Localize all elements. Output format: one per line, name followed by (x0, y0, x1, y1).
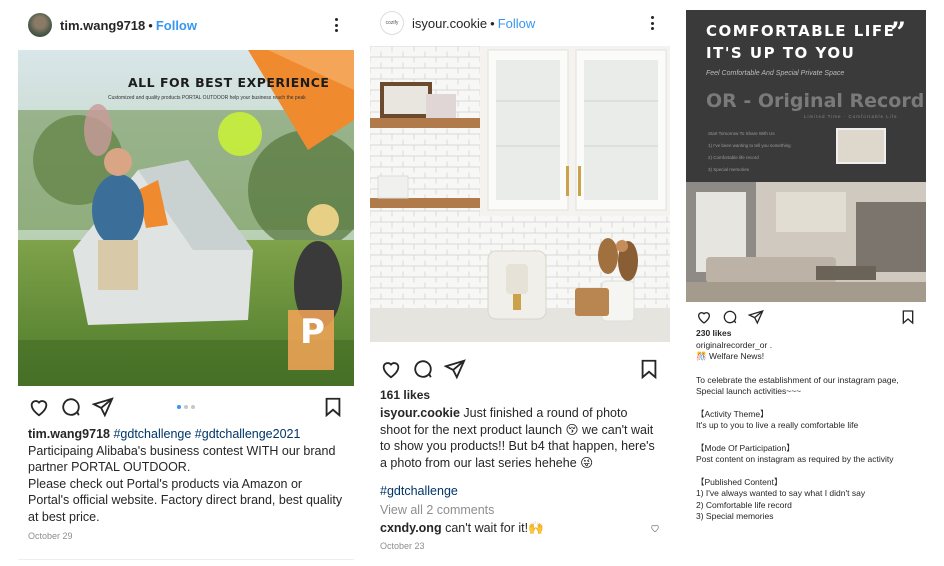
caption-username[interactable]: isyour.cookie (380, 406, 460, 420)
more-icon[interactable] (644, 15, 660, 31)
more-icon[interactable] (328, 17, 344, 33)
content-item-1: 1) I've always wanted to say what I didn… (696, 488, 866, 498)
comment-username[interactable]: cxndy.ong (380, 520, 442, 537)
caption-hashtags[interactable]: #gdtchallenge #gdtchallenge2021 (113, 427, 300, 441)
comment-text: can't wait for it!🙌 (445, 521, 544, 535)
avatar[interactable] (28, 13, 52, 37)
follow-button[interactable]: Follow (498, 16, 536, 31)
share-icon[interactable] (92, 396, 114, 418)
poster-inset-photo (836, 128, 886, 164)
separator-dot: • (148, 17, 153, 33)
heart-icon[interactable] (28, 396, 50, 418)
like-count[interactable]: 230 likes (696, 328, 916, 340)
bookmark-icon[interactable] (900, 309, 916, 325)
intro-text: To celebrate the establishment of our in… (696, 374, 899, 397)
share-icon[interactable] (748, 309, 764, 325)
welfare-line: 🎊 Welfare News! (696, 351, 765, 361)
view-comments-link[interactable]: View all 2 comments (370, 502, 670, 519)
post-isyour-cookie: cozify isyour.cookie • Follow 161 likes … (370, 0, 670, 560)
activity-theme-text: It's up to you to live a really comforta… (696, 420, 859, 430)
poster-list-3: 3) Special memories (708, 167, 750, 172)
comment-icon[interactable] (722, 309, 738, 325)
activity-theme-heading: 【Activity Theme】 (696, 408, 769, 419)
heart-icon[interactable] (696, 309, 712, 325)
participation-heading: 【Mode Of Participation】 (696, 442, 795, 453)
post-date: October 23 (380, 540, 425, 551)
avatar[interactable]: cozify (380, 11, 404, 35)
caption-hashtag[interactable]: #gdtchallenge (370, 483, 670, 500)
separator-dot: • (490, 15, 495, 31)
poster-line-2: IT'S UP TO YOU (706, 44, 856, 62)
kitchen-photo (370, 46, 670, 342)
action-bar (370, 352, 670, 386)
post-header: cozify isyour.cookie • Follow (370, 0, 670, 46)
content-item-3: 3) Special memories (696, 511, 774, 521)
poster-tagline: Feel Comfortable And Special Private Spa… (706, 70, 845, 77)
action-bar (18, 390, 354, 424)
comment-icon[interactable] (60, 396, 82, 418)
caption: tim.wang9718 #gdtchallenge #gdtchallenge… (18, 426, 354, 525)
share-icon[interactable] (444, 358, 466, 380)
post-image[interactable] (370, 46, 670, 342)
username[interactable]: tim.wang9718 (60, 18, 145, 33)
username[interactable]: originalrecorder_or . (696, 340, 916, 352)
banner-subtitle: Customized and quality products PORTAL O… (108, 95, 306, 101)
content-heading: 【Published Content】 (696, 476, 783, 487)
poster-small: Limited Time · Comfortable Life (804, 114, 898, 119)
poster-list-0: Start Tomorrow To Share With Us (708, 131, 775, 136)
bookmark-icon[interactable] (322, 396, 344, 418)
action-bar (686, 306, 926, 328)
post-header: tim.wang9718 • Follow (18, 0, 354, 50)
bookmark-icon[interactable] (638, 358, 660, 380)
carousel-indicator (177, 405, 195, 409)
poster-list-2: 2) Comfortable life record (708, 155, 759, 160)
comment-heart-icon[interactable] (650, 523, 660, 533)
poster-list: Start Tomorrow To Share With Us 1) I've … (708, 128, 791, 176)
follow-button[interactable]: Follow (156, 18, 197, 33)
caption-text-1: Participaing Alibaba's business contest … (28, 443, 336, 475)
banner-title: ALL FOR BEST EXPERIENCE (128, 75, 330, 90)
post-original-recorder: COMFORTABLE LIFE ” IT'S UP TO YOU Feel C… (686, 0, 926, 560)
brand-logo: P (300, 312, 325, 352)
avatar-text: cozify (385, 20, 399, 26)
poster-quote-mark: ” (890, 16, 907, 49)
comment-icon[interactable] (412, 358, 434, 380)
username[interactable]: isyour.cookie (412, 16, 487, 31)
post-tim-wang: tim.wang9718 • Follow ALL FOR BEST EXPER… (18, 0, 354, 560)
living-room-photo (686, 182, 926, 302)
caption-text-2: Please check out Portal's products via A… (28, 476, 343, 524)
post-image[interactable]: ALL FOR BEST EXPERIENCE Customized and q… (18, 50, 354, 386)
heart-icon[interactable] (380, 358, 402, 380)
comment: cxndy.ong can't wait for it!🙌 (370, 520, 670, 537)
poster-line-1: COMFORTABLE LIFE (706, 22, 896, 40)
post3-text: 230 likes originalrecorder_or . 🎊 Welfar… (686, 328, 926, 523)
caption-username[interactable]: tim.wang9718 (28, 427, 110, 441)
content-item-2: 2) Comfortable life record (696, 499, 792, 510)
participation-text: Post content on instagram as required by… (696, 454, 894, 464)
post-date: October 29 (28, 531, 73, 541)
caption: isyour.cookie Just finished a round of p… (370, 405, 670, 471)
poster-list-1: 1) I've been wanting to tell you somethi… (708, 143, 791, 148)
post-image[interactable]: COMFORTABLE LIFE ” IT'S UP TO YOU Feel C… (686, 10, 926, 302)
like-count[interactable]: 161 likes (370, 388, 670, 402)
poster-brand: OR - Original Record (706, 90, 925, 112)
